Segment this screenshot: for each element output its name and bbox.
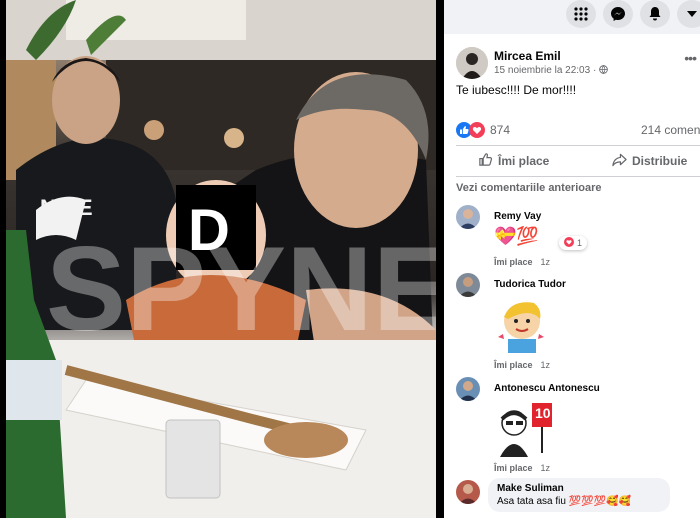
commenter-avatar[interactable]: [456, 480, 480, 504]
comment-meta: Îmi place 1z: [494, 463, 550, 473]
top-bar: [444, 0, 700, 34]
comment-sticker: 10: [494, 401, 556, 464]
photo-panel: NIKE D SPYNEWS: [0, 0, 444, 518]
share-icon: [612, 152, 627, 170]
comment-meta: Îmi place 1z: [494, 257, 550, 267]
commenter-avatar[interactable]: [456, 205, 480, 229]
post-text: Te iubesc!!!! De mor!!!!: [456, 83, 577, 97]
globe-icon: [599, 65, 608, 77]
divider: [456, 176, 700, 177]
post-photo[interactable]: NIKE D SPYNEWS: [6, 0, 436, 518]
commenter-name[interactable]: Remy Vay: [494, 211, 541, 222]
love-reaction-icon: [469, 122, 485, 143]
commenter-name[interactable]: Antonescu Antonescu: [494, 383, 600, 394]
reaction-count[interactable]: 874: [490, 123, 510, 137]
thumbs-up-icon: [478, 152, 493, 170]
comment-time[interactable]: 1z: [541, 257, 551, 267]
comment-like-link[interactable]: Îmi place: [494, 360, 533, 370]
facebook-post-panel: Mircea Emil 15 noiembrie la 22:03 · ••• …: [444, 0, 700, 518]
view-previous-comments-link[interactable]: Vezi comentariile anterioare: [456, 182, 602, 194]
share-button[interactable]: Distribuie: [612, 152, 687, 170]
comment-emoji-content: 💝💯: [494, 226, 539, 246]
comment-time[interactable]: 1z: [541, 360, 551, 370]
photo-illustration: NIKE D SPYNEWS: [6, 0, 436, 518]
reactions-row[interactable]: 874 214 comentarii: [456, 120, 700, 140]
commenter-name[interactable]: Tudorica Tudor: [494, 279, 566, 290]
comment-count[interactable]: 214 comentarii: [641, 123, 700, 137]
comment-item: Remy Vay 💝💯 1 Îmi place 1z: [456, 205, 700, 267]
love-reaction-icon: [564, 237, 574, 249]
post-date-text[interactable]: 15 noiembrie la 22:03 ·: [494, 65, 599, 76]
commenter-name[interactable]: Make Suliman: [497, 483, 661, 494]
like-button[interactable]: Îmi place: [478, 152, 549, 170]
comment-item: Make Suliman Asa tata asa fiu 💯💯💯🥰🥰: [456, 478, 700, 518]
commenter-avatar[interactable]: [456, 377, 480, 401]
comment-reaction-badge[interactable]: 1: [559, 236, 588, 250]
apps-grid-icon[interactable]: [566, 0, 596, 28]
comment-like-link[interactable]: Îmi place: [494, 257, 533, 267]
comment-text: Asa tata asa fiu 💯💯💯🥰🥰: [497, 496, 631, 507]
comment-like-link[interactable]: Îmi place: [494, 463, 533, 473]
comment-reaction-count: 1: [577, 238, 583, 248]
sticker-sign-text: 10: [535, 405, 551, 421]
comment-bubble: Make Suliman Asa tata asa fiu 💯💯💯🥰🥰: [488, 478, 670, 512]
svg-text:SPYNEWS: SPYNEWS: [46, 222, 436, 356]
like-button-label: Îmi place: [498, 154, 550, 168]
messenger-icon[interactable]: [603, 0, 633, 28]
post-date[interactable]: 15 noiembrie la 22:03 ·: [494, 65, 608, 77]
comment-item: Tudorica Tudor Îmi place 1z: [456, 273, 700, 371]
commenter-avatar[interactable]: [456, 273, 480, 297]
comment-time[interactable]: 1z: [541, 463, 551, 473]
comment-item: Antonescu Antonescu 10 Îmi place 1z: [456, 377, 700, 473]
chevron-down-icon[interactable]: [677, 0, 700, 28]
author-name[interactable]: Mircea Emil: [494, 49, 561, 63]
share-button-label: Distribuie: [632, 154, 688, 168]
bell-icon[interactable]: [640, 0, 670, 28]
svg-text:NIKE: NIKE: [40, 195, 93, 220]
comment-sticker: [494, 297, 552, 360]
divider: [456, 145, 700, 146]
post-header: Mircea Emil 15 noiembrie la 22:03 · •••: [444, 44, 700, 80]
more-options-icon[interactable]: •••: [684, 50, 697, 66]
author-avatar[interactable]: [456, 47, 488, 79]
comment-meta: Îmi place 1z: [494, 360, 550, 370]
